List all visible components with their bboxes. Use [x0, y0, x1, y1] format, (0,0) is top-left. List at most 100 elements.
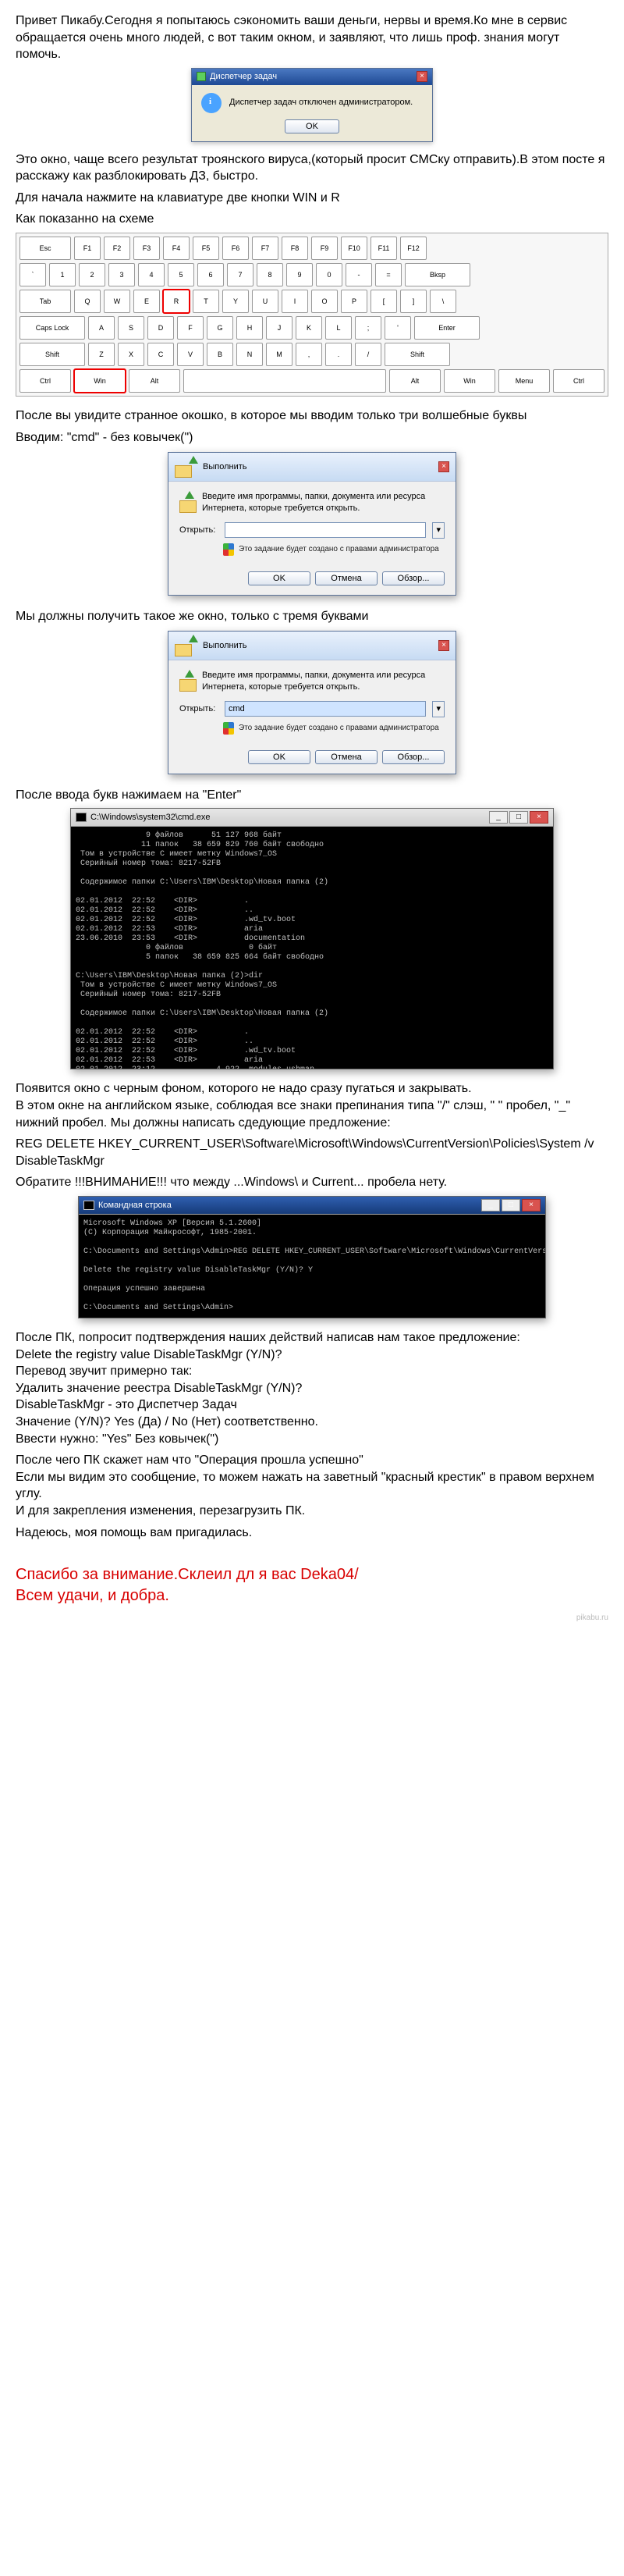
key-T: T: [193, 290, 219, 313]
key-F8: F8: [282, 237, 308, 260]
paragraph: Появится окно с черным фоном, которого н…: [16, 1080, 608, 1131]
key-Q: Q: [74, 290, 101, 313]
shield-icon: [223, 543, 234, 556]
terminal-output: Microsoft Windows XP [Версия 5.1.2600] (…: [79, 1215, 545, 1318]
cmd-window: C:\Windows\system32\cmd.exe _ □ × 9 файл…: [70, 808, 554, 1069]
dialog-title: Диспетчер задач: [210, 71, 277, 83]
paragraph: Надеюсь, моя помощь вам пригадилась.: [16, 1525, 608, 1542]
run-desc: Введите имя программы, папки, документа …: [202, 491, 445, 514]
key-F5: F5: [193, 237, 219, 260]
key-W: W: [104, 290, 130, 313]
key-F12: F12: [400, 237, 427, 260]
key--: -: [346, 263, 372, 286]
admin-note: Это задание будет создано с правами адми…: [239, 723, 439, 734]
taskmgr-icon: [197, 72, 206, 81]
key-E: E: [133, 290, 160, 313]
admin-note: Это задание будет создано с правами адми…: [239, 544, 439, 555]
run-dialog-empty: Выполнить × Введите имя программы, папки…: [168, 452, 456, 596]
minimize-button[interactable]: _: [481, 1199, 500, 1212]
key-8: 8: [257, 263, 283, 286]
cancel-button[interactable]: Отмена: [315, 571, 378, 585]
key-Menu: Menu: [498, 369, 550, 393]
open-input[interactable]: [225, 522, 426, 538]
close-icon[interactable]: ×: [438, 461, 449, 472]
paragraph: Вводим: "cmd" - без ковычек("): [16, 429, 608, 447]
key-S: S: [118, 316, 144, 340]
browse-button[interactable]: Обзор...: [382, 750, 445, 764]
close-button[interactable]: ×: [530, 811, 548, 824]
ok-button[interactable]: OK: [248, 571, 310, 585]
close-button[interactable]: ×: [522, 1199, 541, 1212]
key-F11: F11: [370, 237, 397, 260]
key-': ': [385, 316, 411, 340]
paragraph: Привет Пикабу.Сегодня я попытаюсь сэконо…: [16, 12, 608, 63]
key-F: F: [177, 316, 204, 340]
run-dialog-cmd: Выполнить × Введите имя программы, папки…: [168, 631, 456, 774]
taskmgr-error-dialog: Диспетчер задач × Диспетчер задач отключ…: [191, 68, 433, 142]
run-icon: [179, 670, 194, 692]
key-Enter: Enter: [414, 316, 480, 340]
run-icon: [175, 635, 198, 656]
key-Z: Z: [88, 343, 115, 366]
paragraph: Это окно, чаще всего результат троянског…: [16, 151, 608, 185]
browse-button[interactable]: Обзор...: [382, 571, 445, 585]
key-X: X: [118, 343, 144, 366]
key-C: C: [147, 343, 174, 366]
key-N: N: [236, 343, 263, 366]
key-,: ,: [296, 343, 322, 366]
paragraph: После ввода букв нажимаем на "Enter": [16, 787, 608, 804]
key-Alt: Alt: [389, 369, 441, 393]
minimize-button[interactable]: _: [489, 811, 508, 824]
cmd-icon: [76, 813, 87, 822]
paragraph: После ПК, попросит подтверждения наших д…: [16, 1329, 608, 1447]
keyboard-diagram: EscF1F2F3F4F5F6F7F8F9F10F11F12`123456789…: [16, 233, 608, 397]
open-label: Открыть:: [179, 525, 218, 536]
ok-button[interactable]: OK: [248, 750, 310, 764]
ok-button[interactable]: OK: [285, 119, 339, 133]
run-desc: Введите имя программы, папки, документа …: [202, 670, 445, 693]
close-icon[interactable]: ×: [438, 640, 449, 651]
key-F6: F6: [222, 237, 249, 260]
signoff: Спасибо за внимание.Склеил дл я вас Deka…: [16, 1564, 608, 1606]
terminal-output: 9 файлов 51 127 968 байт 11 папок 38 659…: [71, 827, 553, 1069]
paragraph: Как показанно на схеме: [16, 211, 608, 228]
key-Win: Win: [444, 369, 495, 393]
key-Y: Y: [222, 290, 249, 313]
key-Win: Win: [74, 369, 126, 393]
dialog-title: Выполнить: [203, 640, 246, 652]
window-title: Командная строка: [98, 1200, 172, 1212]
key-Ctrl: Ctrl: [20, 369, 71, 393]
key-P: P: [341, 290, 367, 313]
key-4: 4: [138, 263, 165, 286]
run-icon: [179, 491, 194, 513]
dropdown-icon[interactable]: ▾: [432, 522, 445, 539]
key-F9: F9: [311, 237, 338, 260]
key-U: U: [252, 290, 278, 313]
key-Alt: Alt: [129, 369, 180, 393]
cancel-button[interactable]: Отмена: [315, 750, 378, 764]
dialog-title: Выполнить: [203, 461, 246, 473]
key-Tab: Tab: [20, 290, 71, 313]
key-space: [183, 369, 386, 393]
key-[: [: [370, 290, 397, 313]
maximize-button[interactable]: □: [509, 811, 528, 824]
key-J: J: [266, 316, 292, 340]
maximize-button[interactable]: □: [502, 1199, 520, 1212]
close-icon[interactable]: ×: [417, 71, 427, 82]
key-]: ]: [400, 290, 427, 313]
key-.: .: [325, 343, 352, 366]
dropdown-icon[interactable]: ▾: [432, 701, 445, 717]
key-B: B: [207, 343, 233, 366]
key-A: A: [88, 316, 115, 340]
key-F1: F1: [74, 237, 101, 260]
open-input[interactable]: [225, 701, 426, 717]
key-H: H: [236, 316, 263, 340]
key-F10: F10: [341, 237, 367, 260]
key-`: `: [20, 263, 46, 286]
paragraph: Обратите !!!ВНИМАНИЕ!!! что между ...Win…: [16, 1174, 608, 1191]
key-L: L: [325, 316, 352, 340]
cmd-window-2: Командная строка _ □ × Microsoft Windows…: [78, 1196, 546, 1318]
key-F3: F3: [133, 237, 160, 260]
window-title: C:\Windows\system32\cmd.exe: [90, 812, 210, 824]
open-label: Открыть:: [179, 703, 218, 715]
